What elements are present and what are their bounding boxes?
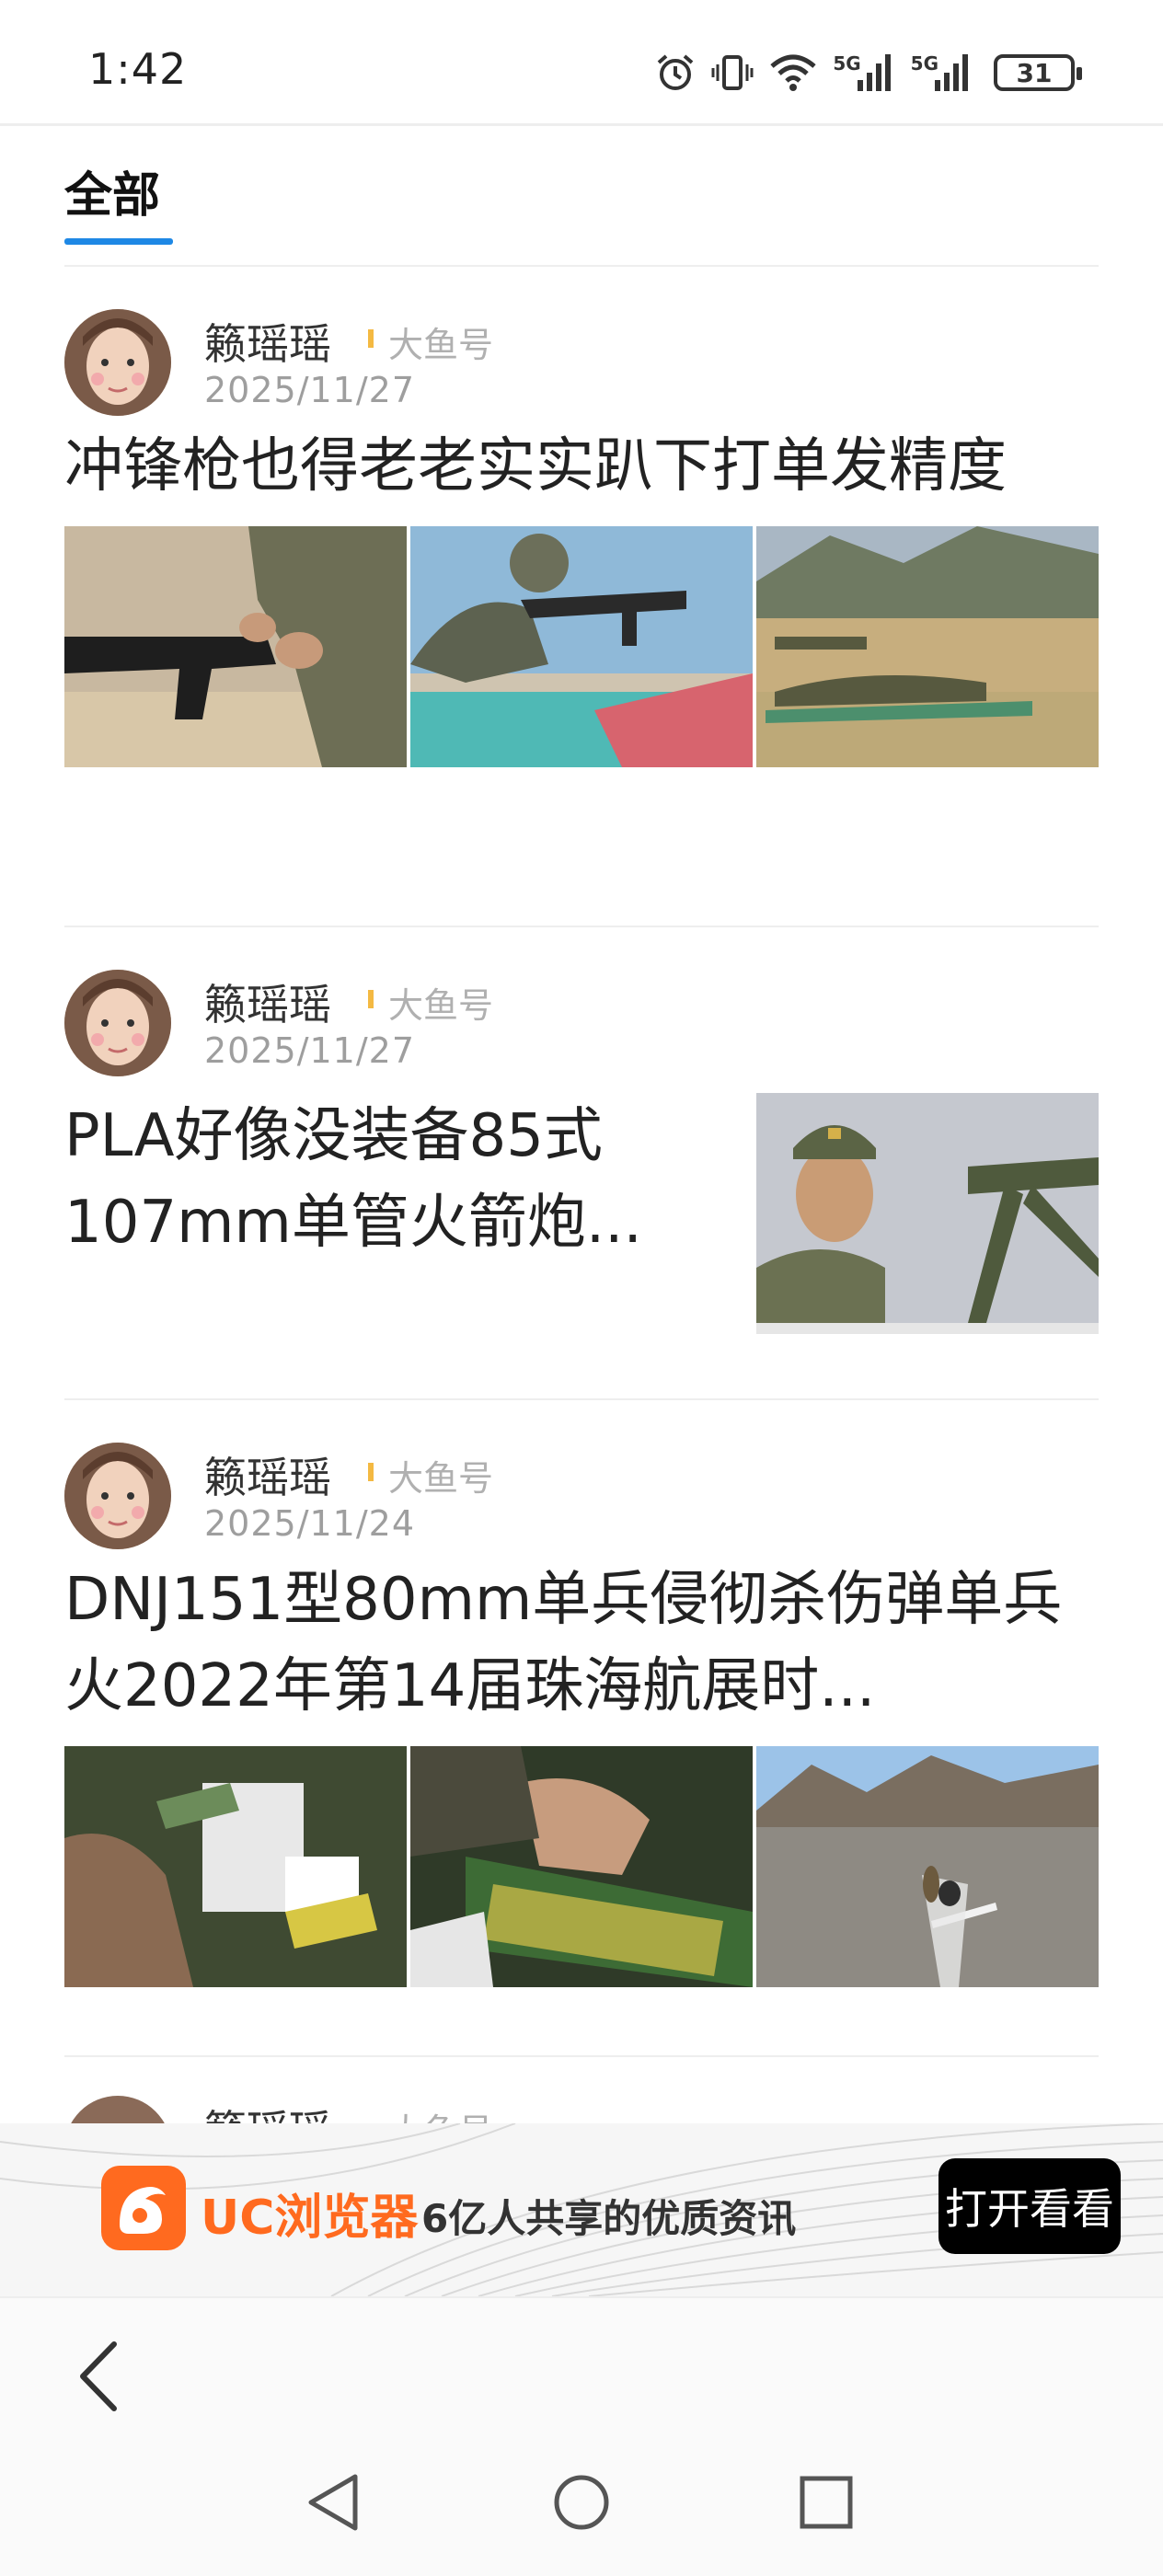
status-icons: 5G 5G 31 [654,48,1082,98]
feed-card[interactable]: 籁瑶瑶 大鱼号 2025/11/27 冲锋枪也得老老实实趴下打单发精度 [64,309,1099,767]
avatar[interactable] [64,2096,171,2123]
card-divider [64,2055,1099,2057]
avatar[interactable] [64,309,171,416]
alarm-icon [654,52,697,94]
chevron-left-icon[interactable] [68,2335,132,2418]
battery-level: 31 [994,54,1082,91]
source-separator [368,1463,374,1481]
avatar[interactable] [64,1443,171,1549]
tab-all-label: 全部 [64,168,161,224]
image-row[interactable] [64,526,1099,767]
card-header: 籁瑶瑶 大鱼号 2025/11/24 [64,1443,1099,1553]
tab-all[interactable]: 全部 [64,156,173,245]
article-image[interactable] [64,526,407,767]
source-separator [368,329,374,348]
feed-card[interactable]: 籁瑶瑶 大鱼号 2025/11/24 DNJ151型80mm单兵侵彻杀伤弹单兵火… [64,1443,1099,1987]
circle-home-icon[interactable] [545,2466,618,2539]
status-time: 1:42 [88,44,188,94]
uc-slogan: 6亿人共享的优质资讯 [421,2196,797,2241]
source-label: 大鱼号 [388,325,494,365]
article-title[interactable]: 冲锋枪也得老老实实趴下打单发精度 [64,423,1099,510]
author-name[interactable]: 籁瑶瑶 [204,2098,331,2123]
battery-icon: 31 [994,54,1082,91]
article-title[interactable]: DNJ151型80mm单兵侵彻杀伤弹单兵火2022年第14届珠海航展时... [64,1557,1099,1730]
article-image[interactable] [756,1093,1099,1334]
feed-card[interactable]: 籁瑶瑶 大鱼号 2025/11/27 PLA好像没装备85式107mm单管火箭炮… [64,970,1099,1341]
image-row[interactable] [64,1746,1099,1987]
post-date: 2025/11/24 [204,1503,416,1544]
card-divider [64,926,1099,927]
tab-active-indicator [64,238,173,245]
open-app-button[interactable]: 打开看看 [938,2158,1121,2254]
article-image[interactable] [64,1746,407,1987]
author-name[interactable]: 籁瑶瑶 [204,1444,331,1505]
status-divider [0,123,1163,126]
signal-icon: 5G [833,52,895,93]
uc-app-name: UC浏览器 [201,2191,419,2246]
source-separator [368,990,374,1008]
wifi-icon [768,52,818,94]
card-divider [64,1398,1099,1400]
author-name[interactable]: 籁瑶瑶 [204,972,331,1032]
card-header: 籁瑶瑶 大鱼号 2025/11/27 [64,970,1099,1080]
article-image[interactable] [410,1746,753,1987]
status-bar: 1:42 5G 5G 31 [0,0,1163,123]
system-navigation-bar [0,2466,1163,2558]
source-label: 大鱼号 [388,2103,493,2123]
avatar[interactable] [64,970,171,1076]
post-date: 2025/11/27 [204,370,416,410]
post-date: 2025/11/27 [204,1030,416,1071]
article-image[interactable] [756,1746,1099,1987]
triangle-back-icon[interactable] [298,2466,372,2539]
signal-icon-2: 5G [911,52,973,93]
feed-card[interactable]: 籁瑶瑶 大鱼号 [64,2096,1099,2123]
tab-divider [64,265,1099,267]
author-name[interactable]: 籁瑶瑶 [204,311,331,372]
uc-promo-banner[interactable]: UC浏览器 6亿人共享的优质资讯 打开看看 [0,2123,1163,2296]
source-label: 大鱼号 [388,985,494,1026]
article-image[interactable] [410,526,753,767]
article-image[interactable] [756,526,1099,767]
uc-logo-icon [101,2166,186,2250]
bottom-navigation [0,2296,1163,2576]
vibrate-icon [711,52,754,94]
article-title[interactable]: PLA好像没装备85式107mm单管火箭炮... [64,1093,708,1266]
card-header: 籁瑶瑶 大鱼号 [64,2096,1099,2123]
source-label: 大鱼号 [388,1458,494,1499]
card-header: 籁瑶瑶 大鱼号 2025/11/27 [64,309,1099,420]
square-recent-icon[interactable] [789,2466,863,2539]
